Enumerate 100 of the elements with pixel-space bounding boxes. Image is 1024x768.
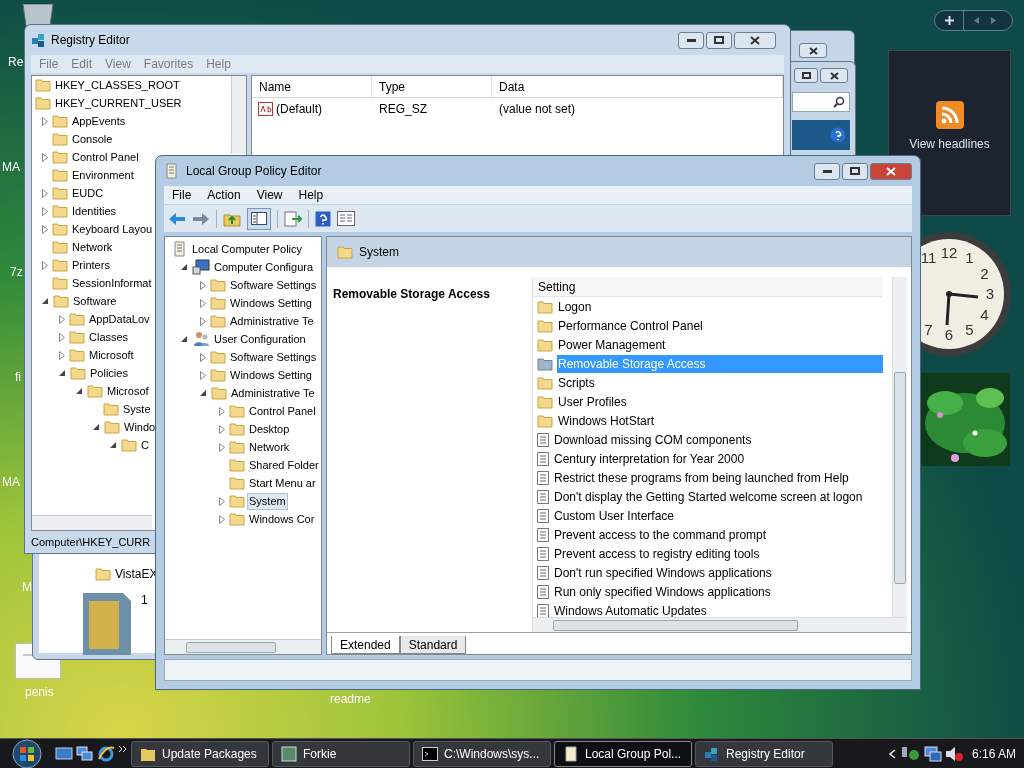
tree-item[interactable]: Windows Cor [247,510,317,528]
tree-item[interactable]: Software Settings [228,276,319,294]
file-name[interactable]: VistaEX [115,565,158,583]
tree-item[interactable]: Printers [70,256,112,274]
chevron-icon[interactable] [118,745,128,753]
desktop-icon[interactable] [55,745,73,762]
tree-item[interactable]: Start Menu ar [247,474,318,492]
browser-icon[interactable] [97,744,115,763]
export-list-icon[interactable] [284,210,302,227]
expand-arrow-icon[interactable] [200,352,206,362]
minimize-button[interactable] [814,162,840,180]
scrollbar-thumb[interactable] [553,619,798,631]
tree-item[interactable]: SessionInformat [70,274,154,292]
setting-item[interactable]: Power Management [557,335,883,354]
close-button[interactable] [820,68,848,83]
setting-item[interactable]: Prevent access to the command prompt [553,525,883,544]
maximize-button[interactable] [706,31,732,49]
setting-item[interactable]: User Profiles [557,392,883,411]
tree-item[interactable]: Identities [70,202,119,220]
previous-icon[interactable] [974,17,979,24]
menu-item[interactable]: Favorites [143,55,194,73]
desktop-icon-label[interactable]: Re [8,53,24,71]
menu-item[interactable]: View [256,186,283,204]
menu-item[interactable]: Action [207,186,241,204]
collapse-arrow-icon[interactable] [181,263,188,271]
expand-arrow-icon[interactable] [42,152,48,162]
setting-item[interactable]: Don't run specified Windows applications [553,563,883,582]
tree-item[interactable]: AppEvents [70,112,128,130]
maximize-button[interactable] [794,68,818,83]
tree-item[interactable]: Windo [122,418,158,436]
collapse-arrow-icon[interactable] [93,423,100,431]
column-header[interactable]: Name [252,76,372,97]
expand-arrow-icon[interactable] [219,406,225,416]
search-field[interactable] [792,92,850,112]
taskbar-button[interactable]: C:\Windows\sys... [413,740,551,767]
minimize-button[interactable] [678,31,704,49]
column-header[interactable]: Type [372,76,492,97]
monitor-icon[interactable] [923,745,942,762]
properties-icon[interactable] [337,211,355,226]
setting-item[interactable]: Windows HotStart [557,411,883,430]
rss-feed-icon[interactable] [935,101,964,129]
setting-item[interactable]: Run only specified Windows applications [553,582,883,601]
tree-item[interactable]: Network [247,438,292,456]
muted-speaker-icon[interactable] [944,745,963,762]
tree-item[interactable]: Network [70,238,115,256]
collapse-arrow-icon[interactable] [59,369,66,377]
tree-item[interactable]: Control Panel [70,148,141,166]
menu-item[interactable]: Edit [71,55,93,73]
tree-item[interactable]: Shared Folder [247,456,321,474]
expand-arrow-icon[interactable] [59,332,65,342]
recycle-bin-icon[interactable] [20,4,56,26]
scrollbar-thumb[interactable] [894,372,906,584]
tree-item[interactable]: Classes [87,328,131,346]
tree-item[interactable]: Local Computer Policy [190,240,305,258]
setting-item[interactable]: Custom User Interface [553,506,883,525]
tree-item[interactable]: System [247,492,288,510]
show-tree-button[interactable] [247,207,271,230]
desktop-icon-label[interactable]: MA [2,158,20,176]
expand-arrow-icon[interactable] [200,316,206,326]
show-hidden-icons[interactable] [888,748,896,759]
expand-arrow-icon[interactable] [42,116,48,126]
collapse-arrow-icon[interactable] [200,389,207,397]
setting-item[interactable]: Century interpretation for Year 2000 [553,449,883,468]
expand-arrow-icon[interactable] [200,298,206,308]
help-icon[interactable] [830,127,846,143]
view-tab[interactable]: Extended [331,636,400,654]
tree-item[interactable]: Administrative Te [229,384,317,402]
column-header[interactable]: Setting [533,277,883,297]
expand-arrow-icon[interactable] [42,224,48,234]
expand-arrow-icon[interactable] [219,514,225,524]
menu-item[interactable]: Help [206,55,231,73]
scrollbar[interactable] [165,639,321,654]
tree-item[interactable]: Software [71,292,119,310]
setting-item[interactable]: Download missing COM components [553,430,883,449]
taskbar-button[interactable]: Forkie [272,740,410,767]
tree-item[interactable]: Microsoft [87,346,136,364]
tree-item[interactable]: Computer Configura [212,258,316,276]
help-icon[interactable] [315,210,331,227]
scrollbar[interactable] [32,515,152,530]
tree-item[interactable]: Administrative Te [228,312,316,330]
clock-time[interactable]: 6:16 AM [965,744,1022,763]
setting-item[interactable]: Logon [557,297,883,316]
menu-item[interactable]: Help [298,186,324,204]
taskbar-button[interactable]: Registry Editor [695,740,833,767]
close-button[interactable] [870,162,912,180]
taskbar-button[interactable]: Update Packages [131,740,269,767]
expand-arrow-icon[interactable] [219,424,225,434]
tree-item[interactable]: EUDC [70,184,106,202]
tree-item[interactable]: AppDataLov [87,310,152,328]
tree-item[interactable]: Control Panel [247,402,318,420]
back-arrow-icon[interactable] [168,211,186,226]
setting-item[interactable]: Restrict these programs from being launched from Help [553,468,883,487]
switch-windows-icon[interactable] [76,745,94,762]
tree-item[interactable]: Console [70,130,115,148]
forward-arrow-icon[interactable] [192,211,210,226]
expand-arrow-icon[interactable] [59,314,65,324]
tree-item[interactable]: Syste [121,400,153,418]
expand-arrow-icon[interactable] [219,442,225,452]
expand-arrow-icon[interactable] [59,350,65,360]
scrollbar[interactable] [231,76,246,154]
